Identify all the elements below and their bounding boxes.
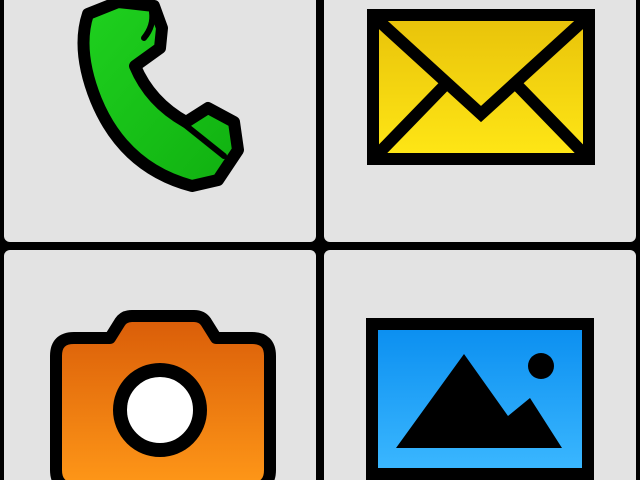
gallery-app-tile[interactable] <box>324 250 636 480</box>
email-app-tile[interactable] <box>324 0 636 242</box>
phone-app-tile[interactable] <box>4 0 316 242</box>
phone-handset-icon <box>77 0 244 192</box>
camera-app-tile[interactable] <box>4 250 316 480</box>
app-launcher-grid <box>0 0 640 480</box>
envelope-icon <box>367 9 595 165</box>
landscape-picture-icon <box>366 318 594 480</box>
camera-icon <box>50 310 276 480</box>
